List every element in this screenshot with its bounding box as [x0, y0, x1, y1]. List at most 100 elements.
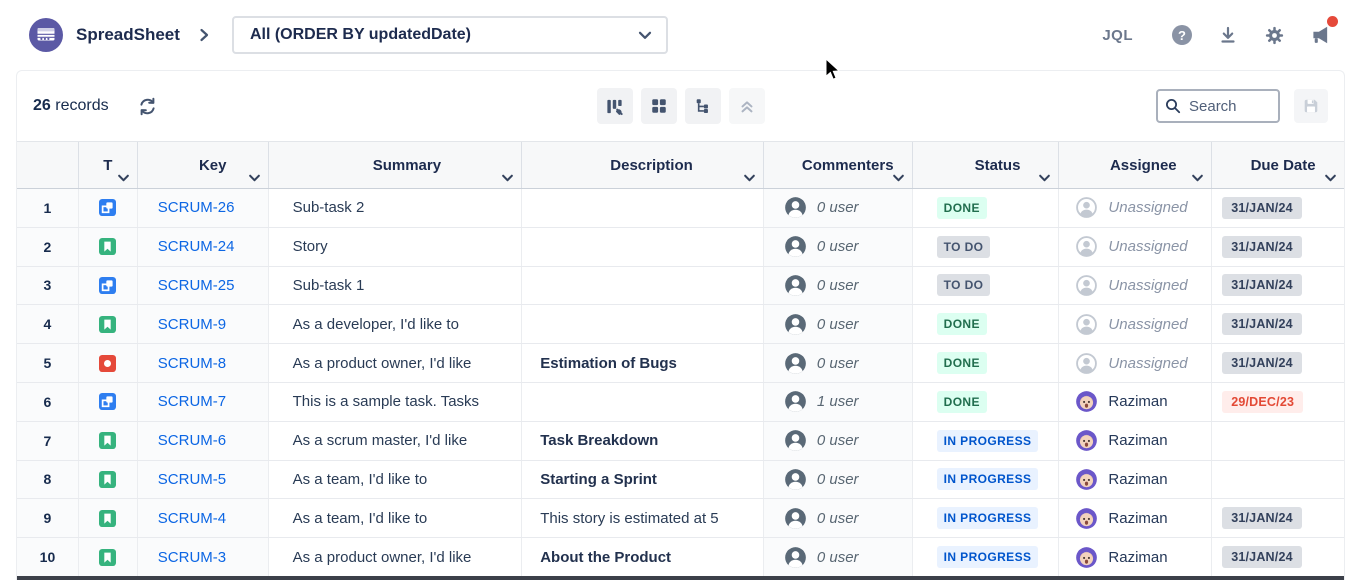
status-cell[interactable]: IN PROGRESS	[913, 461, 1060, 499]
row-number-cell[interactable]: 3	[17, 267, 79, 305]
assignee-cell[interactable]: Raziman	[1059, 422, 1212, 460]
save-button[interactable]	[1294, 89, 1328, 123]
summary-cell[interactable]: As a scrum master, I'd like	[269, 422, 523, 460]
description-cell[interactable]: Task Breakdown	[522, 422, 764, 460]
key-cell[interactable]: SCRUM-24	[138, 228, 269, 266]
assignee-cell[interactable]: Unassigned	[1059, 305, 1212, 343]
row-number-cell[interactable]: 10	[17, 538, 79, 576]
commenters-cell[interactable]: 0 user	[764, 344, 913, 382]
row-number-cell[interactable]: 8	[17, 461, 79, 499]
column-header-due-date[interactable]: Due Date	[1212, 142, 1344, 188]
commenters-cell[interactable]: 1 user	[764, 383, 913, 421]
issue-key-link[interactable]: SCRUM-6	[158, 432, 226, 449]
column-header-key[interactable]: Key	[138, 142, 269, 188]
type-icon-cell[interactable]	[79, 422, 138, 460]
assignee-cell[interactable]: Unassigned	[1059, 344, 1212, 382]
type-icon-cell[interactable]	[79, 228, 138, 266]
assignee-cell[interactable]: Raziman	[1059, 499, 1212, 537]
due-date-cell[interactable]	[1212, 422, 1344, 460]
type-icon-cell[interactable]	[79, 461, 138, 499]
key-cell[interactable]: SCRUM-4	[138, 499, 269, 537]
description-cell[interactable]: About the Product	[522, 538, 764, 576]
description-cell[interactable]	[522, 228, 764, 266]
key-cell[interactable]: SCRUM-8	[138, 344, 269, 382]
status-cell[interactable]: IN PROGRESS	[913, 538, 1060, 576]
row-number-cell[interactable]: 2	[17, 228, 79, 266]
issue-key-link[interactable]: SCRUM-25	[158, 277, 235, 294]
issue-key-link[interactable]: SCRUM-26	[158, 199, 235, 216]
type-icon-cell[interactable]	[79, 267, 138, 305]
key-cell[interactable]: SCRUM-9	[138, 305, 269, 343]
assignee-cell[interactable]: Raziman	[1059, 538, 1212, 576]
status-cell[interactable]: DONE	[913, 344, 1060, 382]
download-icon[interactable]	[1217, 24, 1239, 46]
due-date-cell[interactable]: 31/JAN/24	[1212, 189, 1344, 227]
column-header-assignee[interactable]: Assignee	[1059, 142, 1212, 188]
commenters-cell[interactable]: 0 user	[764, 189, 913, 227]
due-date-cell[interactable]: 29/DEC/23	[1212, 383, 1344, 421]
status-cell[interactable]: DONE	[913, 189, 1060, 227]
row-number-cell[interactable]: 7	[17, 422, 79, 460]
column-header-rownum[interactable]	[17, 142, 79, 188]
description-cell[interactable]	[522, 189, 764, 227]
status-cell[interactable]: IN PROGRESS	[913, 499, 1060, 537]
sheet-selector-dropdown[interactable]: All (ORDER BY updatedDate)	[232, 16, 668, 54]
commenters-cell[interactable]: 0 user	[764, 305, 913, 343]
description-cell[interactable]: This story is estimated at 5	[522, 499, 764, 537]
refresh-icon[interactable]	[137, 96, 158, 117]
row-number-cell[interactable]: 4	[17, 305, 79, 343]
due-date-cell[interactable]	[1212, 461, 1344, 499]
issue-key-link[interactable]: SCRUM-8	[158, 355, 226, 372]
type-icon-cell[interactable]	[79, 499, 138, 537]
key-cell[interactable]: SCRUM-5	[138, 461, 269, 499]
column-header-summary[interactable]: Summary	[269, 142, 523, 188]
description-cell[interactable]	[522, 305, 764, 343]
gear-icon[interactable]	[1263, 24, 1285, 46]
status-cell[interactable]: TO DO	[913, 267, 1060, 305]
assignee-cell[interactable]: Unassigned	[1059, 267, 1212, 305]
type-icon-cell[interactable]	[79, 538, 138, 576]
collapse-all-button[interactable]	[729, 88, 765, 124]
due-date-cell[interactable]: 31/JAN/24	[1212, 267, 1344, 305]
assignee-cell[interactable]: Unassigned	[1059, 228, 1212, 266]
description-cell[interactable]: Estimation of Bugs	[522, 344, 764, 382]
summary-cell[interactable]: Sub-task 2	[269, 189, 523, 227]
commenters-cell[interactable]: 0 user	[764, 422, 913, 460]
status-cell[interactable]: DONE	[913, 305, 1060, 343]
row-number-cell[interactable]: 9	[17, 499, 79, 537]
issue-key-link[interactable]: SCRUM-24	[158, 238, 235, 255]
description-cell[interactable]	[522, 267, 764, 305]
commenters-cell[interactable]: 0 user	[764, 461, 913, 499]
commenters-cell[interactable]: 0 user	[764, 228, 913, 266]
key-cell[interactable]: SCRUM-6	[138, 422, 269, 460]
type-icon-cell[interactable]	[79, 383, 138, 421]
key-cell[interactable]: SCRUM-25	[138, 267, 269, 305]
column-header-status[interactable]: Status	[913, 142, 1060, 188]
jql-button[interactable]: JQL	[1102, 27, 1133, 44]
column-header-commenters[interactable]: Commenters	[764, 142, 913, 188]
column-header-t[interactable]: T	[79, 142, 138, 188]
summary-cell[interactable]: As a team, I'd like to	[269, 499, 523, 537]
due-date-cell[interactable]: 31/JAN/24	[1212, 344, 1344, 382]
type-icon-cell[interactable]	[79, 305, 138, 343]
status-cell[interactable]: DONE	[913, 383, 1060, 421]
megaphone-icon[interactable]	[1309, 24, 1331, 46]
summary-cell[interactable]: As a product owner, I'd like	[269, 538, 523, 576]
description-cell[interactable]	[522, 383, 764, 421]
status-cell[interactable]: IN PROGRESS	[913, 422, 1060, 460]
key-cell[interactable]: SCRUM-3	[138, 538, 269, 576]
row-number-cell[interactable]: 1	[17, 189, 79, 227]
summary-cell[interactable]: Story	[269, 228, 523, 266]
hierarchy-view-button[interactable]	[685, 88, 721, 124]
status-cell[interactable]: TO DO	[913, 228, 1060, 266]
description-cell[interactable]: Starting a Sprint	[522, 461, 764, 499]
due-date-cell[interactable]: 31/JAN/24	[1212, 538, 1344, 576]
key-cell[interactable]: SCRUM-7	[138, 383, 269, 421]
row-number-cell[interactable]: 6	[17, 383, 79, 421]
card-view-button[interactable]	[641, 88, 677, 124]
issue-key-link[interactable]: SCRUM-9	[158, 316, 226, 333]
summary-cell[interactable]: As a team, I'd like to	[269, 461, 523, 499]
commenters-cell[interactable]: 0 user	[764, 538, 913, 576]
summary-cell[interactable]: As a product owner, I'd like	[269, 344, 523, 382]
commenters-cell[interactable]: 0 user	[764, 499, 913, 537]
